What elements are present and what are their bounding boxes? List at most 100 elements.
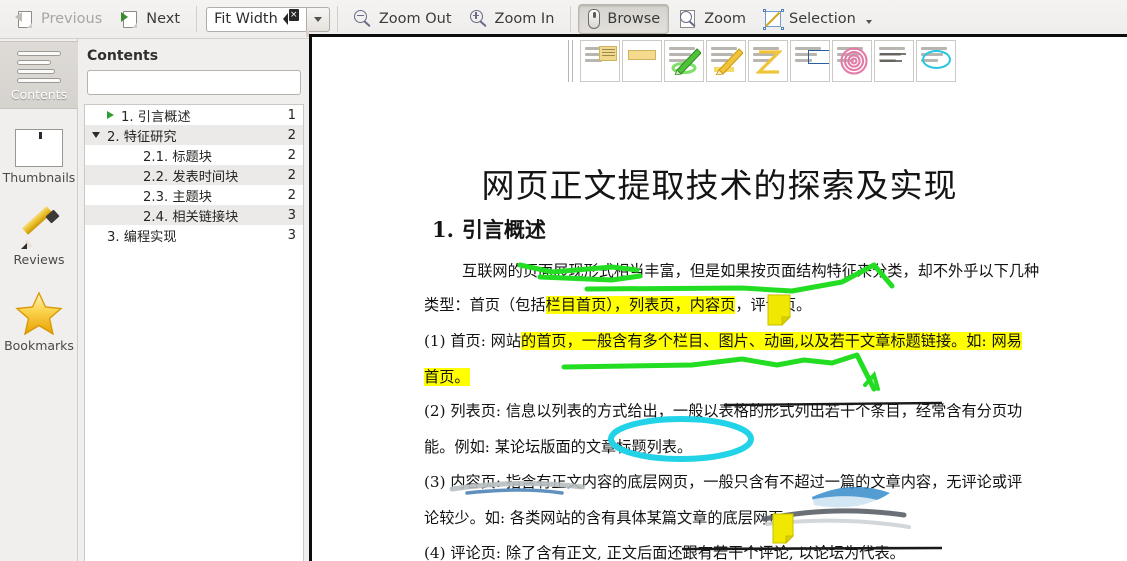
sidebar-item-contents[interactable]: Contents [0,41,78,109]
pink-spiral-icon [840,47,868,75]
document-heading-1: 1. 引言概述 [432,214,546,244]
document-view[interactable]: 网页正文提取技术的探索及实现 1. 引言概述 互联网的页面展现形式相当丰富，但是如… [309,34,1127,561]
highlight-box-icon [628,50,656,60]
sticky-note-tool[interactable] [580,40,620,82]
blue-callout-tool[interactable] [790,40,830,82]
next-page-icon [120,9,140,30]
browse-mode-button[interactable]: Browse [578,4,670,34]
selection-label: Selection [789,11,856,27]
pink-scribble-tool[interactable] [832,40,872,82]
tree-item-label: 2. 特征研究 [107,129,177,145]
twisty-collapsed-icon[interactable] [99,111,121,119]
blue-bracket-icon [808,50,829,64]
zoom-mode-button[interactable]: Zoom [669,4,755,34]
zoom-mode-combobox[interactable]: Fit Width [206,6,330,32]
yellow-marker-icon [713,45,744,76]
contents-lines-icon [17,50,61,84]
paragraph-line: (4) 评论页: 除了含有正文, 正文后面还跟有若干个评论, 以论坛为代表。 [424,544,905,561]
next-page-button[interactable]: Next [111,4,189,34]
thumbnails-image-icon [15,129,63,167]
paragraph-text: ，评论页。 [735,296,812,314]
sidebar-item-reviews[interactable]: Reviews [0,201,78,273]
zigzag-strikeout-tool[interactable] [748,40,788,82]
sidebar-item-contents-label: Contents [10,87,68,102]
contents-search-input[interactable] [88,71,300,94]
paragraph-text: 类型：首页（包括 [424,296,546,314]
table-row[interactable]: 3. 编程实现 3 [85,225,303,245]
tree-item-label: 2.2. 发表时间块 [143,169,239,185]
tree-item-label: 1. 引言概述 [121,109,191,125]
toolbar-separator-2 [336,6,338,32]
chevron-down-icon[interactable] [865,19,872,24]
paragraph-line: 能。例如: 某论坛版面的文章标题列表。 [424,438,693,456]
highlighted-text: 首页。 [424,368,470,386]
tree-item-label: 2.3. 主题块 [143,189,212,205]
browse-label: Browse [607,11,661,27]
previous-page-button[interactable]: Previous [6,4,111,34]
sidebar-item-bookmarks[interactable]: Bookmarks [0,283,78,359]
green-marker-icon [671,45,702,76]
sidebar-item-thumbnails[interactable]: Thumbnails [0,121,78,191]
table-row[interactable]: 2.1. 标题块 2 [85,145,303,165]
document-title: 网页正文提取技术的探索及实现 [481,166,958,205]
tree-item-page: 3 [287,227,296,243]
contents-panel: Contents 1. 引言概述 1 2. 特征研究 2 2.1. 标题块 2 … [79,39,309,561]
paragraph-line: 首页。 [424,365,1084,387]
tree-item-page: 3 [287,207,296,223]
chevron-down-icon [313,16,322,22]
tree-item-label: 2.4. 相关链接块 [143,209,239,225]
star-icon [15,291,63,336]
sidebar-item-thumbnails-label: Thumbnails [2,170,76,185]
zoom-in-label: Zoom In [494,11,555,27]
selection-tool-button[interactable]: Selection [755,4,881,34]
zoom-mode-field[interactable]: Fit Width [206,6,306,32]
paragraph-line: (1) 首页: 网站的首页，一般含有多个栏目、图片、动画,以及若干文章标题链接。… [424,329,1084,351]
zoom-mode-dropdown-button[interactable] [305,6,330,32]
contents-tree[interactable]: 1. 引言概述 1 2. 特征研究 2 2.1. 标题块 2 2.2. 发表时间… [84,104,304,561]
pencil-icon [19,206,60,253]
underline-tool[interactable] [874,40,914,82]
paragraph-line: (3) 内容页: 指含有正文内容的底层网页，一般只含有不超过一篇的文章内容，无评… [424,473,1023,491]
pdf-viewer-window: Previous Next Fit Width Zoom Out [0,0,1127,561]
tree-item-label: 2.1. 标题块 [143,149,212,165]
tree-item-page: 1 [287,107,296,123]
backspace-clear-icon[interactable] [282,9,299,25]
tree-item-page: 2 [287,187,296,203]
sidebar-item-bookmarks-label: Bookmarks [4,338,74,353]
highlight-box-tool[interactable] [622,40,662,82]
table-row[interactable]: 2.4. 相关链接块 3 [85,205,303,225]
tree-item-page: 2 [287,127,296,143]
magnifier-minus-icon [353,9,373,29]
zoom-in-button[interactable]: Zoom In [461,4,564,34]
cyan-ellipse-tool[interactable] [916,40,956,82]
sidebar-item-reviews-label: Reviews [13,252,65,267]
zoom-out-label: Zoom Out [378,11,452,27]
annotation-toolbar-grip[interactable] [567,40,576,82]
table-row[interactable]: 1. 引言概述 1 [85,105,303,125]
zoom-out-button[interactable]: Zoom Out [345,4,461,34]
tree-item-page: 2 [287,147,296,163]
table-row[interactable]: 2.3. 主题块 2 [85,185,303,205]
cyan-ellipse-icon [922,50,951,69]
paragraph-line: 论较少。如: 各类网站的含有具体某篇文章的底层网页。 [424,509,799,527]
yellow-highlighter-tool[interactable] [706,40,746,82]
table-row[interactable]: 2.2. 发表时间块 2 [85,165,303,185]
selection-rectangle-icon [763,8,785,30]
toolbar-separator-3 [570,6,572,32]
twisty-expanded-icon[interactable] [85,132,107,138]
tree-item-label: 3. 编程实现 [107,229,177,245]
magnifier-plus-icon [469,9,489,29]
underline-icon [880,49,908,71]
table-row[interactable]: 2. 特征研究 2 [85,125,303,145]
toolbar-separator-1 [196,6,198,32]
previous-page-label: Previous [41,11,103,27]
heading-number: 1. [432,217,454,242]
tree-item-page: 2 [287,167,296,183]
contents-search-box[interactable] [87,70,301,95]
paragraph-line: 互联网的页面展现形式相当丰富，但是如果按页面结构特征来分类，却不外乎以下几种 [462,262,1040,280]
paragraph-text: (1) 首页: 网站 [424,332,522,350]
annotation-toolbar [567,40,958,84]
green-highlighter-tool[interactable] [664,40,704,82]
zoom-mode-value: Fit Width [214,11,278,27]
sticky-note-lines-icon [602,49,615,57]
